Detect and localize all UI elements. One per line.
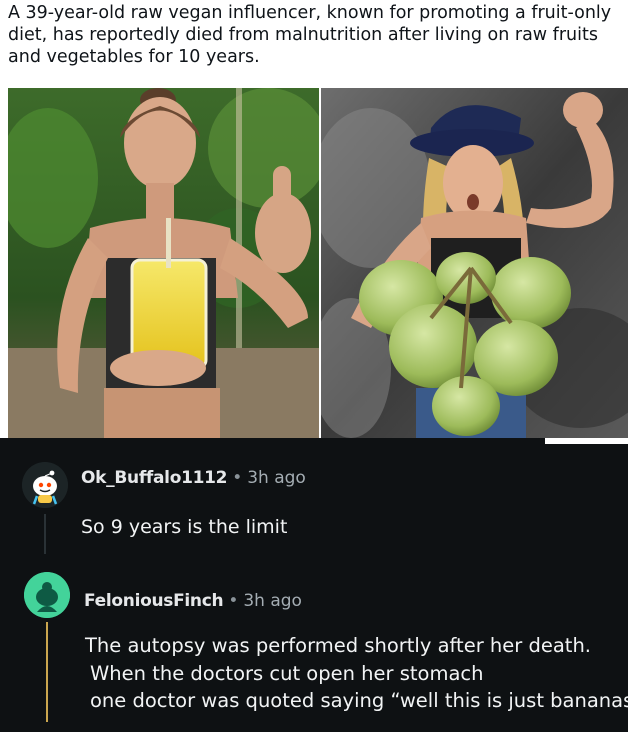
comment-body-line: When the doctors cut open her stomach	[90, 662, 484, 685]
username[interactable]: Ok_Buffalo1112	[81, 468, 228, 488]
comment-body-line: one doctor was quoted saying “well this …	[90, 689, 628, 712]
meta-separator: •	[232, 468, 243, 488]
comment-body-line: The autopsy was performed shortly after …	[85, 634, 592, 657]
snoo-avatar-icon[interactable]	[22, 462, 68, 508]
thread-line[interactable]	[44, 514, 46, 554]
username[interactable]: FeloniousFinch	[84, 591, 224, 611]
tweet-post: A 39-year-old raw vegan influencer, know…	[0, 0, 628, 88]
meta-separator: •	[228, 591, 239, 611]
photo-right	[321, 88, 628, 438]
snoo-avatar-icon[interactable]	[24, 572, 70, 618]
comment-meta: FeloniousFinch • 3h ago	[84, 591, 302, 611]
photo-left	[8, 88, 319, 438]
timestamp[interactable]: 3h ago	[247, 468, 306, 488]
white-corner	[545, 438, 628, 444]
thread-line[interactable]	[46, 622, 48, 722]
reddit-comments: Ok_Buffalo1112 • 3h ago So 9 years is the …	[0, 438, 628, 732]
comment: FeloniousFinch • 3h ago The autopsy was pe…	[0, 562, 628, 732]
comment: Ok_Buffalo1112 • 3h ago So 9 years is the …	[0, 448, 628, 558]
timestamp[interactable]: 3h ago	[243, 591, 302, 611]
tweet-text: A 39-year-old raw vegan influencer, know…	[8, 3, 612, 67]
photo-grid	[0, 88, 628, 438]
comment-body: So 9 years is the limit	[81, 516, 288, 538]
comment-meta: Ok_Buffalo1112 • 3h ago	[81, 468, 306, 488]
